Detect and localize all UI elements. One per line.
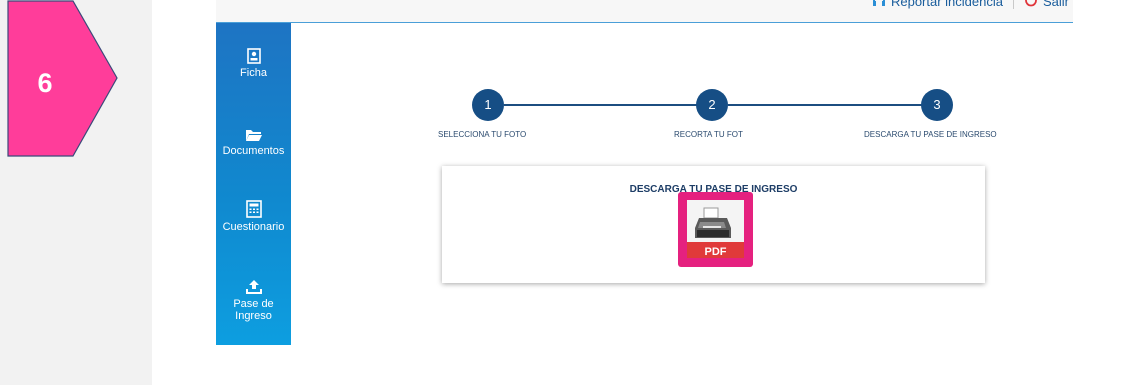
sidebar-item-label: Cuestionario [222,221,285,233]
sidebar-item-ficha[interactable]: Ficha [216,48,291,79]
sidebar-item-label: Ficha [240,67,267,79]
report-incident-label: Reportar incidencia [890,0,1003,9]
tutorial-panel: 6 [0,0,152,385]
top-bar-actions: Reportar incidencia Salir [872,0,1069,10]
sidebar: Ficha Documentos Cuestionario Pase de In… [216,23,291,345]
stepper-connector [504,104,698,106]
sidebar-item-documentos[interactable]: Documentos [216,128,291,157]
headset-icon [872,0,886,10]
step-badge: 6 [7,0,118,157]
logout-label: Salir [1042,0,1069,9]
download-card: DESCARGA TU PASE DE INGRESO PDF [442,166,985,283]
sidebar-item-label: Documentos [222,145,285,157]
top-bar: Reportar incidencia Salir [216,0,1073,23]
step-1-label: SELECCIONA TU FOTO [438,130,527,139]
step-3-label: DESCARGA TU PASE DE INGRESO [864,130,997,139]
logout-link[interactable]: Salir [1024,0,1069,10]
id-card-icon [246,48,261,64]
report-incident-link[interactable]: Reportar incidencia [872,0,1003,10]
upload-icon [245,280,262,294]
download-pdf-button[interactable]: PDF [678,192,753,267]
calculator-icon [245,200,262,218]
stepper-connector [728,104,922,106]
step-2-circle: 2 [696,89,728,121]
top-bar-divider [1012,0,1014,9]
sidebar-item-cuestionario[interactable]: Cuestionario [216,200,291,233]
step-3-circle: 3 [921,89,953,121]
sidebar-item-label: Pase de Ingreso [233,298,274,322]
sidebar-item-pase-de-ingreso[interactable]: Pase de Ingreso [216,279,291,322]
pdf-label: PDF [687,242,744,258]
step-badge-number: 6 [37,68,53,98]
power-icon [1024,0,1038,10]
folder-icon [245,130,262,141]
step-1-circle: 1 [472,89,504,121]
step-2-label: RECORTA TU FOT [674,130,743,139]
printer-pdf-icon: PDF [687,200,744,258]
